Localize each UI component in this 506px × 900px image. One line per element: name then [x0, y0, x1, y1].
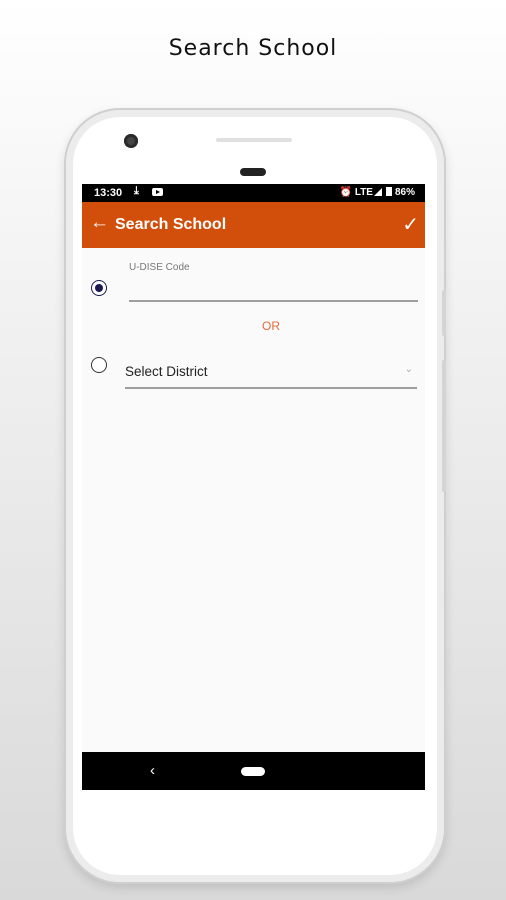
app-title: Search School	[115, 216, 227, 233]
download-icon: ⤓	[134, 185, 139, 197]
udise-input[interactable]	[129, 278, 418, 296]
arrow-left-icon[interactable]: ←	[90, 213, 109, 233]
earpiece	[240, 168, 266, 176]
power-button	[442, 290, 446, 336]
radio-udise[interactable]	[91, 280, 107, 296]
chevron-down-icon[interactable]: ⌄	[405, 364, 413, 375]
udise-field-label: U-DISE Code	[129, 262, 190, 273]
alarm-icon: ⏰	[339, 187, 353, 198]
radio-district[interactable]	[91, 357, 107, 373]
battery-icon	[385, 187, 392, 196]
status-right: ⏰ LTE 86%	[340, 187, 415, 198]
promo-title: Search School	[168, 36, 338, 61]
app-bar: ← Search School ✓	[82, 202, 425, 248]
or-separator: OR	[262, 319, 280, 333]
back-triangle-icon[interactable]: ‹	[150, 762, 155, 779]
network-label: LTE	[354, 187, 373, 198]
battery-label: 86%	[394, 187, 415, 198]
navigation-bar: ‹	[82, 752, 425, 790]
district-select-underline	[125, 387, 417, 389]
front-camera	[124, 134, 138, 148]
status-bar: 13:30 ⤓ ⏰ LTE 86%	[82, 184, 425, 202]
phone-screen: 13:30 ⤓ ⏰ LTE 86% ← Search School ✓ U-DIS…	[82, 184, 425, 790]
volume-button	[442, 360, 446, 492]
status-time: 13:30	[94, 187, 123, 199]
top-speaker-bar	[216, 138, 292, 142]
udise-input-underline	[129, 300, 418, 302]
district-select[interactable]: Select District	[125, 364, 208, 379]
signal-icon	[373, 188, 382, 196]
home-pill-icon[interactable]	[241, 767, 265, 776]
youtube-icon	[152, 188, 163, 196]
check-icon[interactable]: ✓	[402, 212, 419, 237]
